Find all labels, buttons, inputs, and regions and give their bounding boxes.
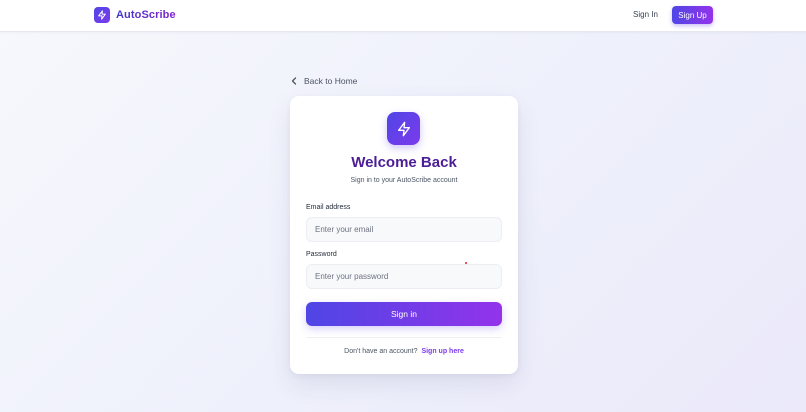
chevron-left-icon (291, 72, 297, 90)
lightning-bolt-icon (387, 112, 420, 145)
nav-signup-button[interactable]: Sign Up (672, 6, 713, 24)
password-field[interactable] (306, 264, 502, 289)
brand-name: AutoScribe (116, 9, 176, 21)
password-label: Password (306, 251, 337, 258)
signin-card: Welcome Back Sign in to your AutoScribe … (290, 96, 518, 374)
signup-link[interactable]: Sign up here (421, 348, 463, 355)
back-to-home-link[interactable]: Back to Home (291, 72, 357, 90)
signup-prompt-text: Don't have an account? (344, 348, 418, 355)
mouse-cursor-dot (465, 262, 467, 264)
signup-prompt-line: Don't have an account? Sign up here (290, 348, 518, 355)
page-subtitle: Sign in to your AutoScribe account (350, 177, 458, 184)
nav-signin-link[interactable]: Sign In (633, 10, 658, 19)
back-to-home-label: Back to Home (304, 76, 358, 86)
top-navbar: AutoScribe Sign In Sign Up (0, 0, 806, 32)
lightning-bolt-icon (94, 7, 110, 23)
page-title: Welcome Back (351, 154, 457, 171)
email-field[interactable] (306, 217, 502, 242)
email-label: Email address (306, 204, 351, 211)
divider (306, 337, 502, 338)
signin-button[interactable]: Sign in (306, 302, 502, 326)
brand[interactable]: AutoScribe (94, 7, 176, 23)
